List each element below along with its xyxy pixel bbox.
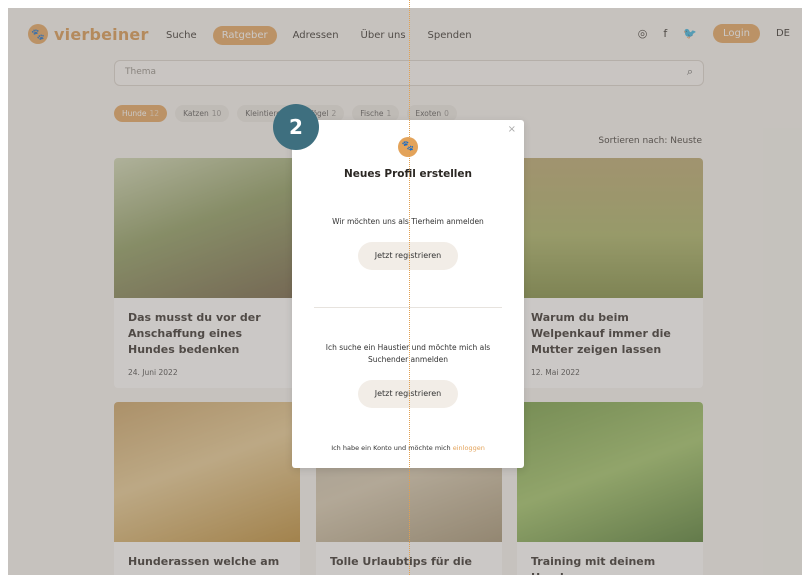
annotation-line	[409, 0, 410, 575]
create-profile-modal: × 🐾 Neues Profil erstellen Wir möchten u…	[292, 120, 524, 468]
register-seeker-button[interactable]: Jetzt registrieren	[358, 380, 458, 408]
close-icon[interactable]: ×	[508, 124, 516, 135]
shelter-text: Wir möchten uns als Tierheim anmelden	[332, 217, 484, 226]
modal-title: Neues Profil erstellen	[343, 168, 473, 180]
paw-icon: 🐾	[398, 137, 418, 157]
register-shelter-button[interactable]: Jetzt registrieren	[358, 242, 458, 270]
login-hint-text: Ich habe ein Konto und möchte mich	[331, 444, 451, 452]
step-badge: 2	[273, 104, 319, 150]
login-link[interactable]: einloggen	[453, 444, 485, 452]
divider	[314, 307, 502, 308]
seeker-text: Ich suche ein Haustier und möchte mich a…	[325, 343, 491, 364]
login-hint: Ich habe ein Konto und möchte mich einlo…	[292, 444, 524, 452]
